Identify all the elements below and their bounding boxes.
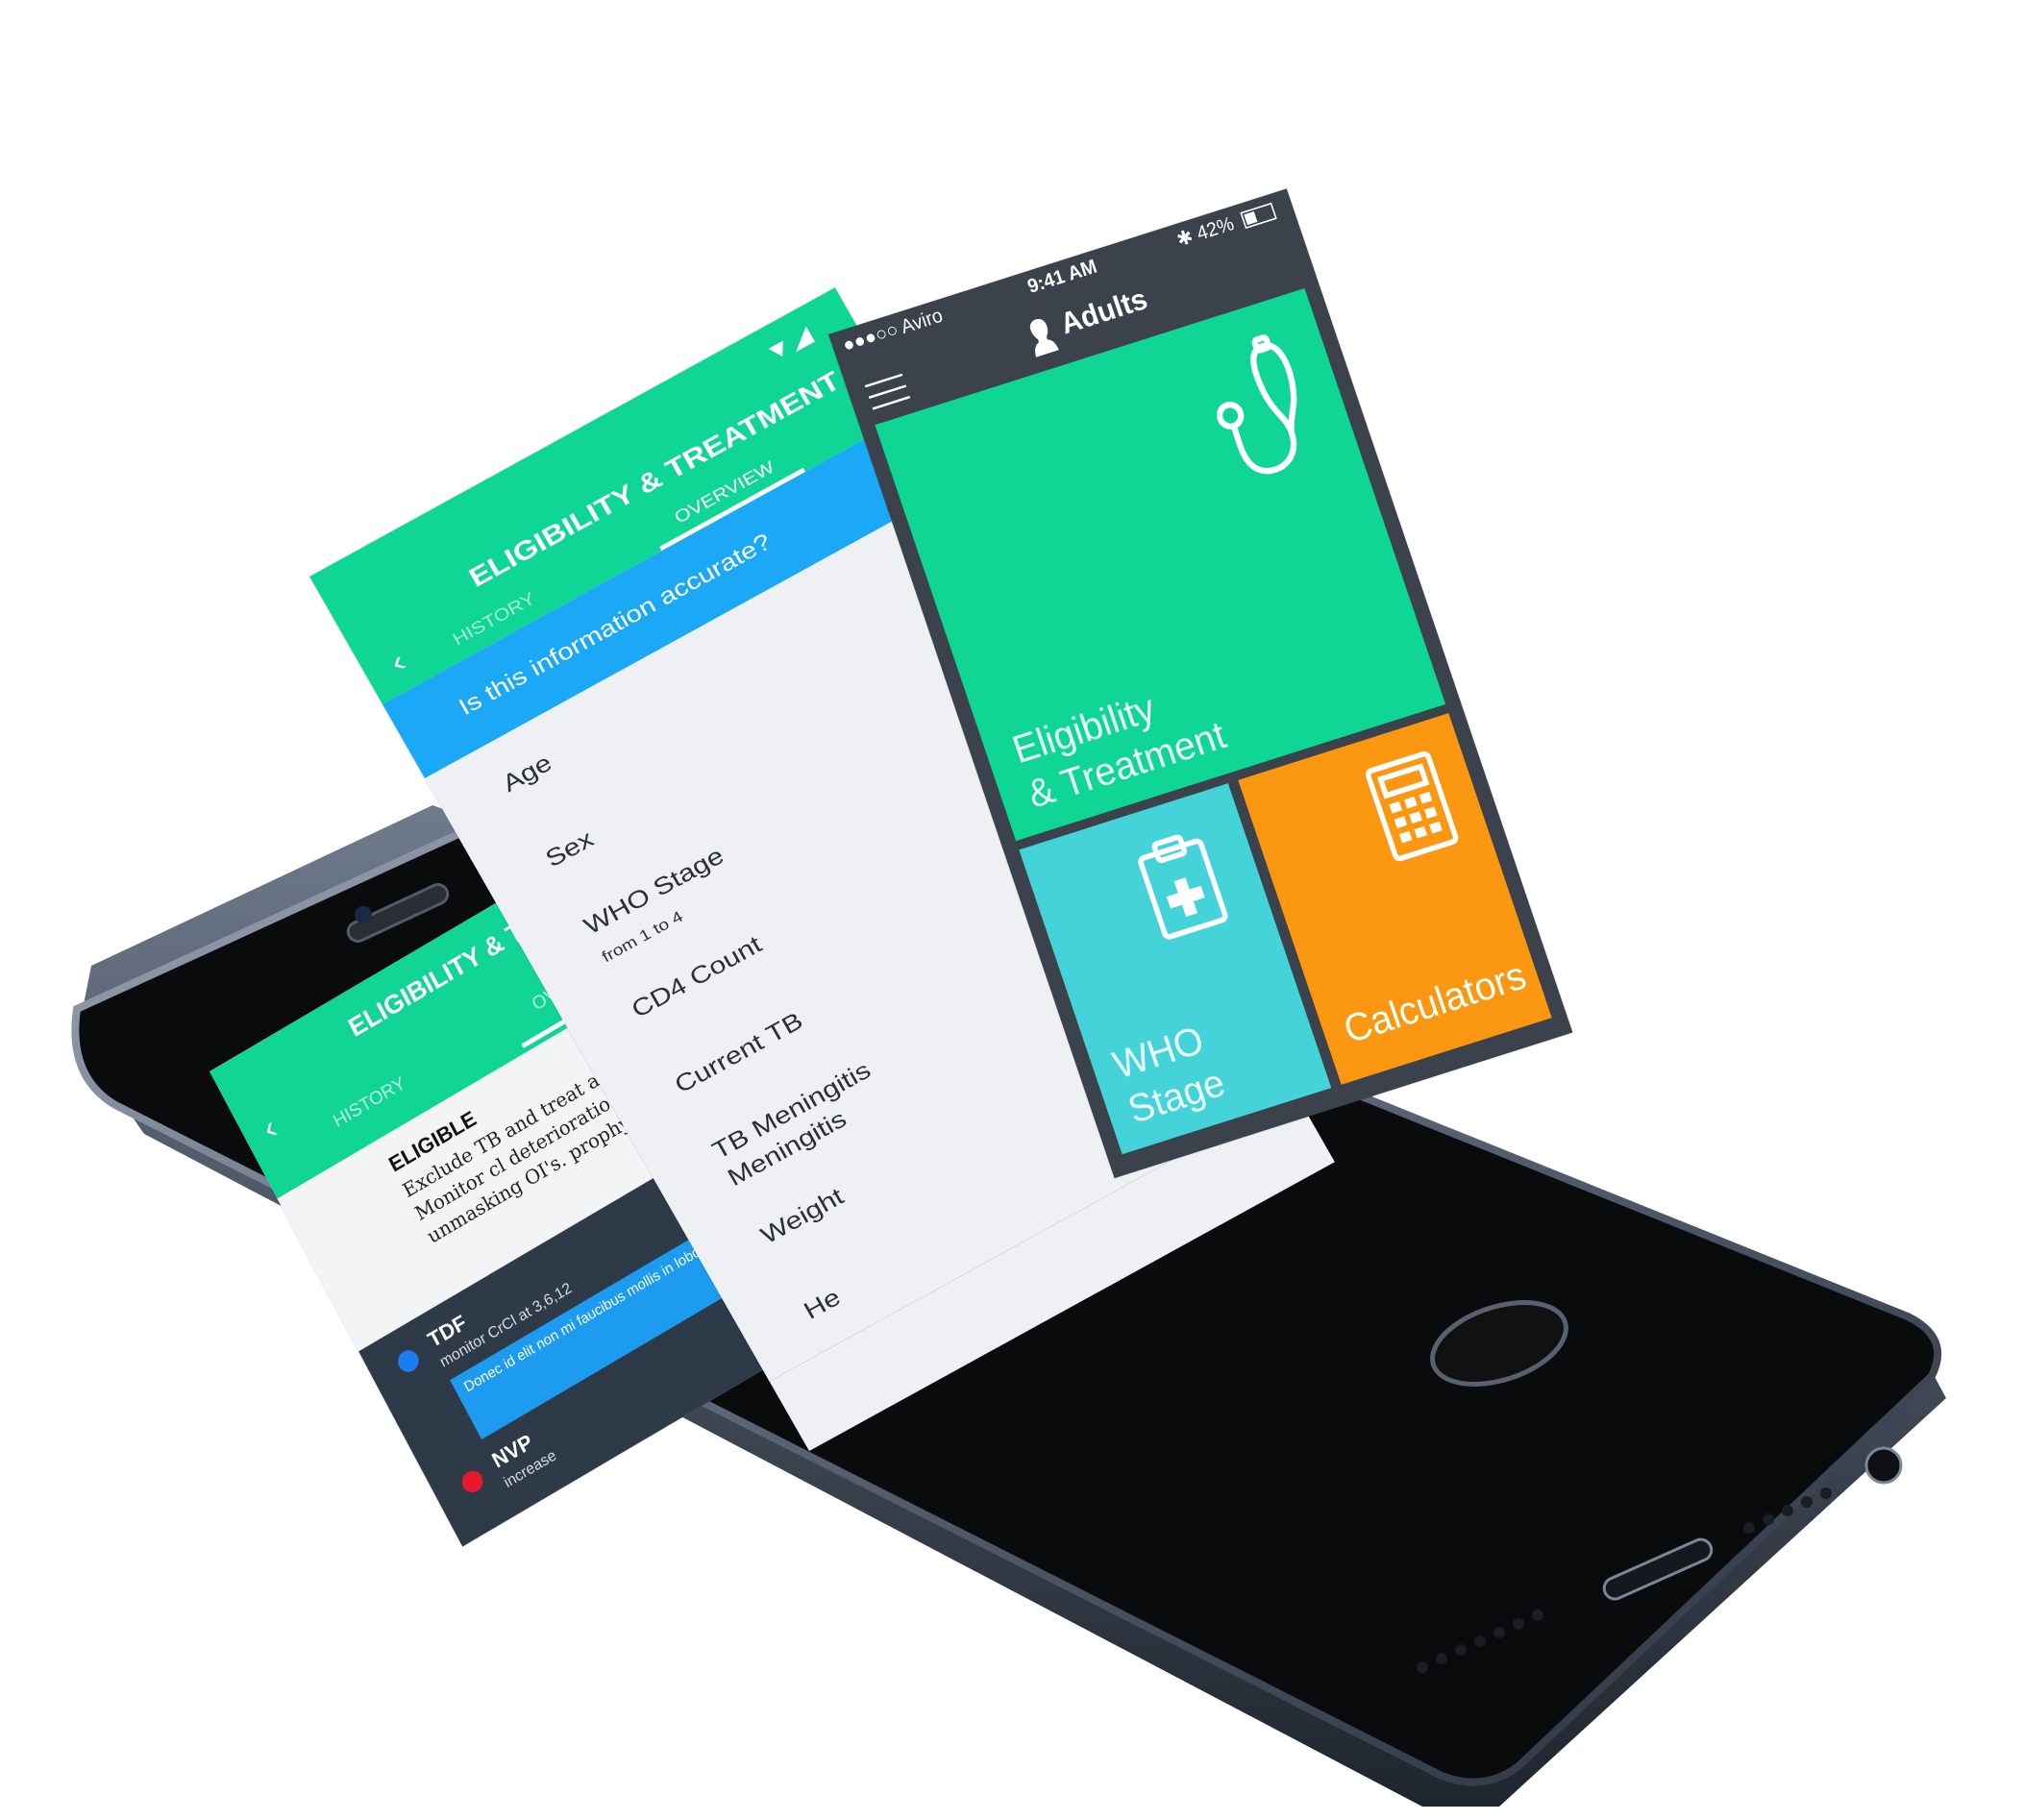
headphone-jack-icon: [1864, 1446, 1903, 1485]
row-label: Weight: [755, 1182, 849, 1249]
nav-title: Adults: [1056, 283, 1152, 341]
clipboard-plus-icon: [1138, 834, 1228, 940]
hamburger-menu-icon[interactable]: [864, 373, 911, 411]
tile-label: WHO Stage: [1107, 1014, 1231, 1133]
tile-label-line1: Calculators: [1338, 952, 1532, 1052]
calculator-icon: [1365, 750, 1459, 862]
stethoscope-icon: [1216, 334, 1297, 475]
tile-label: Calculators: [1338, 951, 1532, 1053]
row-label: Sex: [540, 824, 599, 873]
row-label: Age: [497, 749, 556, 798]
person-silhouette-icon: [1029, 318, 1059, 357]
row-label: He: [799, 1283, 846, 1325]
front-camera-icon: [355, 906, 372, 923]
